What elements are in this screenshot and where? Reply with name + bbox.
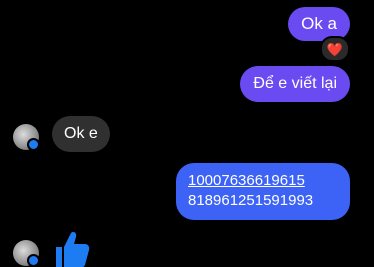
reaction-emoji: ❤️ <box>326 41 344 57</box>
message-ok-e[interactable]: Ok e <box>52 116 110 152</box>
thumbs-up-icon[interactable] <box>52 229 90 267</box>
message-text: Ok a <box>301 14 337 33</box>
active-status-icon <box>27 254 40 267</box>
contact-avatar[interactable] <box>13 240 40 267</box>
message-text: 818961251591993 <box>188 192 314 209</box>
heart-reaction-icon[interactable]: ❤️ <box>320 36 350 62</box>
message-text: Để e viết lại <box>253 75 337 92</box>
active-status-icon <box>27 138 40 151</box>
message-numbers[interactable]: 10007636619615 818961251591993 <box>176 163 350 220</box>
phone-number-link[interactable]: 10007636619615 <box>188 171 338 191</box>
message-text: Ok e <box>64 125 98 142</box>
contact-avatar[interactable] <box>13 124 40 151</box>
message-de-e-viet-lai[interactable]: Để e viết lại <box>240 66 350 102</box>
